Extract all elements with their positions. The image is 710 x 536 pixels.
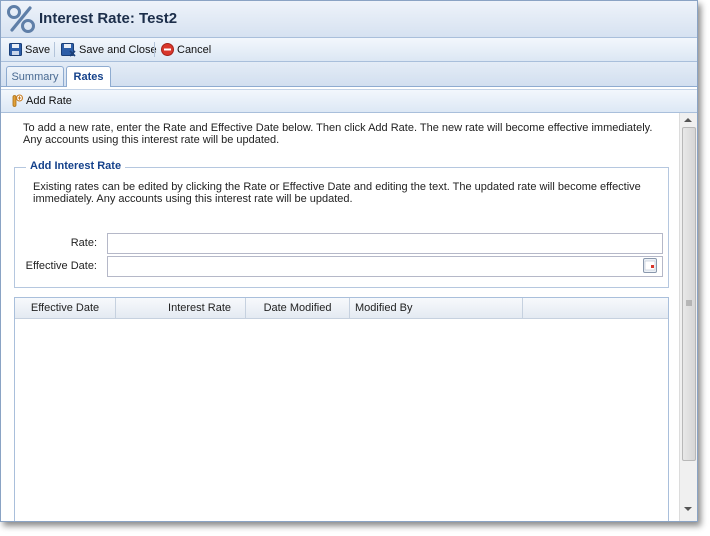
grip-icon — [686, 300, 692, 306]
toolbar-separator — [154, 42, 155, 57]
fieldset-border — [125, 167, 668, 168]
save-and-close-button[interactable]: Save and Close — [61, 41, 157, 58]
save-button[interactable]: Save — [9, 41, 50, 58]
cancel-icon — [161, 43, 174, 56]
add-rate-button[interactable]: Add Rate — [9, 92, 72, 109]
rates-grid: Effective Date Interest Rate Date Modifi… — [14, 297, 669, 521]
add-rate-label: Add Rate — [26, 94, 72, 107]
save-icon — [9, 43, 22, 56]
rates-toolbar: Add Rate — [1, 89, 697, 113]
window-titlebar: Interest Rate: Test2 — [1, 1, 697, 38]
fieldset-description: Existing rates can be edited by clicking… — [33, 181, 641, 205]
rates-content-panel: To add a new rate, enter the Rate and Ef… — [1, 113, 679, 521]
column-effective-date[interactable]: Effective Date — [15, 298, 116, 318]
tab-strip: Summary Rates — [1, 62, 697, 87]
scroll-up-icon[interactable] — [684, 117, 692, 123]
effective-date-label: Effective Date: — [25, 260, 97, 272]
tab-rates[interactable]: Rates — [66, 66, 111, 87]
rate-input[interactable] — [107, 233, 663, 254]
percent-icon — [7, 5, 35, 33]
interest-rate-window: Interest Rate: Test2 Save Save and Close — [0, 0, 698, 522]
column-interest-rate[interactable]: Interest Rate — [116, 298, 246, 318]
scroll-down-icon[interactable] — [684, 506, 692, 512]
grid-header: Effective Date Interest Rate Date Modifi… — [15, 298, 668, 319]
tab-summary[interactable]: Summary — [6, 66, 64, 86]
cancel-label: Cancel — [177, 43, 212, 56]
column-modified-by[interactable]: Modified By — [350, 298, 523, 318]
scrollbar-thumb[interactable] — [682, 127, 696, 461]
effective-date-input[interactable] — [107, 256, 663, 277]
add-rate-icon — [12, 94, 23, 107]
main-toolbar: Save Save and Close Cancel — [1, 38, 697, 62]
calendar-icon[interactable] — [643, 258, 657, 273]
save-and-close-icon — [61, 42, 76, 57]
column-interest-rate-label: Interest Rate — [168, 302, 231, 314]
vertical-scrollbar[interactable] — [679, 113, 697, 521]
rate-label: Rate: — [70, 237, 97, 249]
toolbar-separator — [54, 42, 55, 57]
save-label: Save — [25, 43, 51, 56]
window-title: Interest Rate: Test2 — [39, 10, 178, 27]
fieldset-border — [14, 167, 26, 168]
instructions-text: To add a new rate, enter the Rate and Ef… — [23, 122, 653, 146]
cancel-button[interactable]: Cancel — [161, 41, 211, 58]
save-and-close-label: Save and Close — [79, 43, 157, 56]
column-date-modified[interactable]: Date Modified — [246, 298, 350, 318]
fieldset-legend: Add Interest Rate — [30, 160, 122, 172]
